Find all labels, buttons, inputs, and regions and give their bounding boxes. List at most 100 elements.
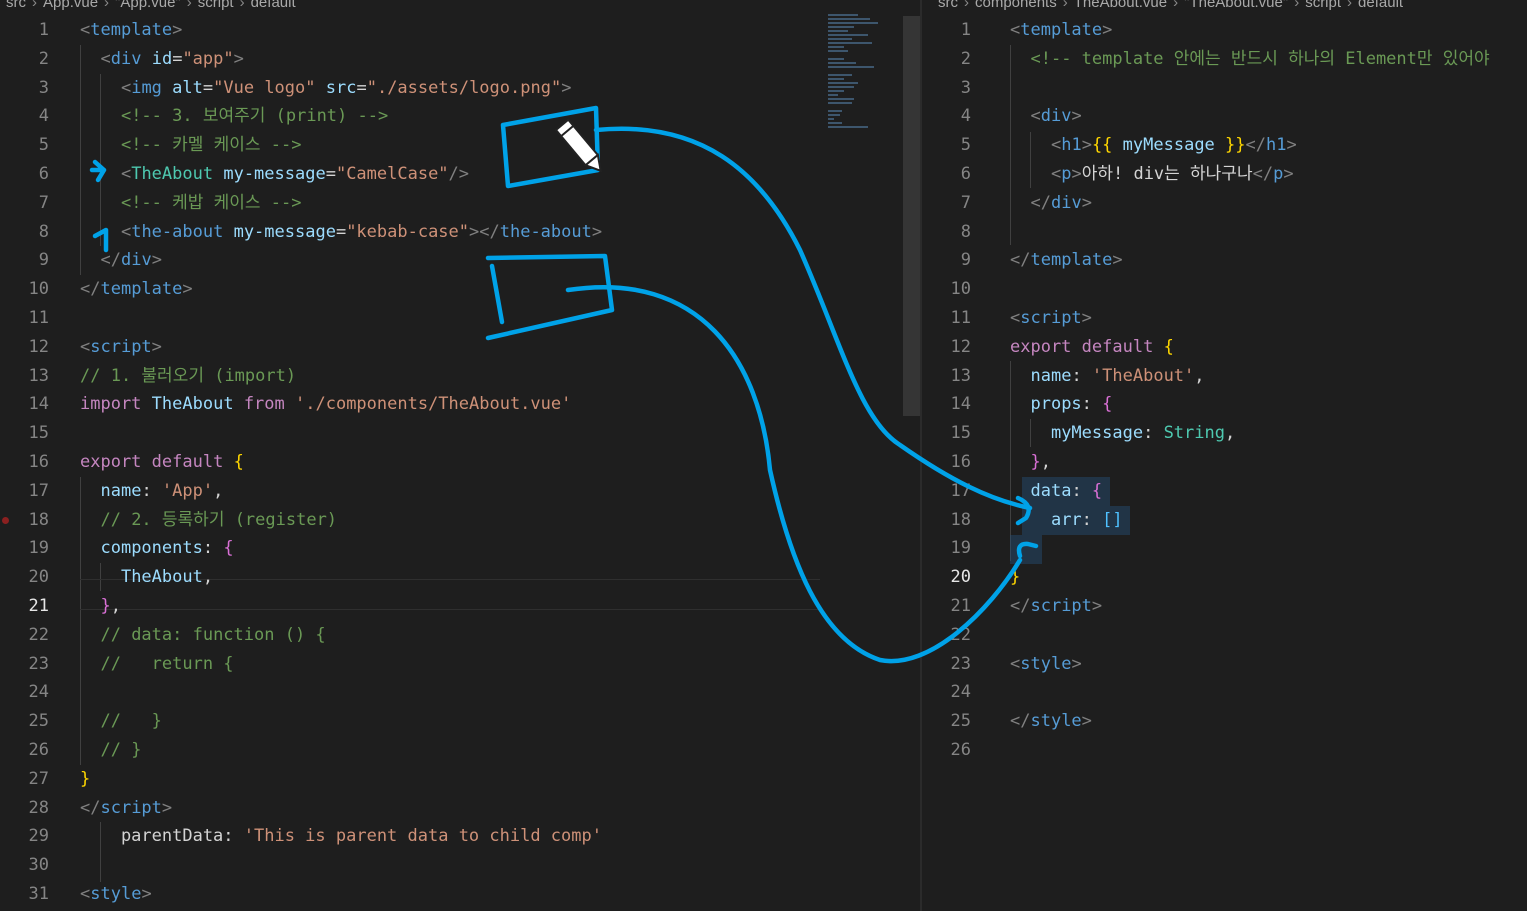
line-number: 4 <box>38 106 49 127</box>
code-line[interactable]: 6 <TheAbout my-message="CamelCase"/> <box>0 160 920 189</box>
breadcrumb-item[interactable]: TheAbout.vue <box>1074 0 1167 11</box>
code-line[interactable]: 3 <img alt="Vue logo" src="./assets/logo… <box>0 74 920 103</box>
left-editor-pane[interactable]: src › App.vue › "App.vue" › script › default 1 <t… <box>0 0 920 911</box>
code-line[interactable]: 26 // } <box>0 736 920 765</box>
code-line[interactable]: 11 <box>0 304 920 333</box>
breadcrumb-item[interactable]: "App.vue" <box>115 0 181 11</box>
code-line[interactable]: 1 <template> <box>0 16 920 45</box>
code-editor[interactable]: 1 <template> 2 <div id="app"> 3 <img alt="V… <box>0 16 920 909</box>
line-number: 9 <box>960 250 971 271</box>
code-line[interactable]: 11 <script> <box>922 304 1527 333</box>
code-token: </ <box>1252 163 1274 184</box>
line-number: 26 <box>950 739 971 760</box>
code-token: alt <box>172 77 203 98</box>
code-text: </style> <box>1010 707 1092 736</box>
code-line[interactable]: 5 <!-- 카멜 케이스 --> <box>0 131 920 160</box>
right-editor-pane[interactable]: src › components › TheAbout.vue › "TheAbout.vu… <box>922 0 1527 911</box>
code-token: > <box>1071 106 1082 127</box>
code-line[interactable]: 20} <box>922 563 1527 592</box>
code-line[interactable]: 13 // 1. 불러오기 (import) <box>0 362 920 391</box>
code-line[interactable]: 10 <box>922 275 1527 304</box>
code-line[interactable]: 21 }, <box>0 592 920 621</box>
minimap-line <box>828 86 854 88</box>
code-line[interactable]: 30 <box>0 851 920 880</box>
code-line[interactable]: 19 components: { <box>0 534 920 563</box>
code-line[interactable]: 16 }, <box>922 448 1527 477</box>
breadcrumb-item[interactable]: default <box>251 0 296 11</box>
breadcrumb-item[interactable]: components <box>975 0 1057 11</box>
line-number: 1 <box>38 20 49 40</box>
code-line[interactable]: 18 arr: [] <box>922 506 1527 535</box>
code-line[interactable]: 12 <script> <box>0 333 920 362</box>
code-token: TheAbout <box>120 567 203 588</box>
code-line[interactable]: 9 </div> <box>0 246 920 275</box>
code-text: myMessage: String, <box>1010 419 1235 448</box>
scrollbar-thumb[interactable] <box>903 16 920 416</box>
code-token: 아하! div는 하나구나 <box>1081 163 1253 184</box>
code-line[interactable]: 5 <h1>{{ myMessage }}</h1> <box>922 131 1527 160</box>
code-line[interactable]: 12 export default { <box>922 333 1527 362</box>
code-line[interactable]: 28 </script> <box>0 794 920 823</box>
code-token: style <box>90 883 142 904</box>
breadcrumb-item[interactable]: script <box>1305 0 1341 11</box>
breadcrumb-item[interactable]: src <box>938 0 958 11</box>
minimap-line <box>828 18 870 20</box>
code-line[interactable]: 31 <style> <box>0 880 920 909</box>
code-line[interactable]: 20 TheAbout, <box>0 563 920 592</box>
code-line[interactable]: 3 <box>922 74 1527 103</box>
code-line[interactable]: 17 data: { <box>922 477 1527 506</box>
code-line[interactable]: 29 parentData: 'This is parent data to c… <box>0 822 920 851</box>
code-line[interactable]: 4 <!-- 3. 보여주기 (print) --> <box>0 102 920 131</box>
code-line[interactable]: 14 import TheAbout from './components/The… <box>0 390 920 419</box>
code-line[interactable]: 9 </template> <box>922 246 1527 275</box>
line-number: 5 <box>38 135 49 156</box>
code-line[interactable]: 19 <box>922 534 1527 563</box>
minimap[interactable] <box>828 14 898 128</box>
code-line[interactable]: 16 export default { <box>0 448 920 477</box>
code-line[interactable]: 14 props: { <box>922 390 1527 419</box>
code-text: <script> <box>80 333 162 362</box>
code-line[interactable]: 23 // return { <box>0 650 920 679</box>
code-line[interactable]: 10 </template> <box>0 275 920 304</box>
code-line[interactable]: 21 </script> <box>922 592 1527 621</box>
code-line[interactable]: 18 // 2. 등록하기 (register) <box>0 506 920 535</box>
code-line[interactable]: 22 <box>922 621 1527 650</box>
code-line[interactable]: 22 // data: function () { <box>0 621 920 650</box>
code-editor[interactable]: 1 <template> 2 <!-- template 안에는 반드시 하나의 E… <box>922 16 1527 765</box>
code-token: components <box>100 538 203 559</box>
code-line[interactable]: 1 <template> <box>922 16 1527 45</box>
code-line[interactable]: 25 // } <box>0 707 920 736</box>
code-line[interactable]: 25 </style> <box>922 707 1527 736</box>
code-line[interactable]: 15 <box>0 419 920 448</box>
code-text: <div> <box>1010 102 1082 131</box>
breadcrumb-item[interactable]: default <box>1358 0 1403 11</box>
code-line[interactable]: 8 <box>922 218 1527 247</box>
code-line[interactable]: 24 <box>0 678 920 707</box>
code-line[interactable]: 2 <!-- template 안에는 반드시 하나의 Element만 있어야 <box>922 45 1527 74</box>
code-line[interactable]: 2 <div id="app"> <box>0 45 920 74</box>
code-text: import TheAbout from './components/TheAb… <box>80 390 571 419</box>
code-line[interactable]: 8 <the-about my-message="kebab-case"></t… <box>0 218 920 247</box>
code-line[interactable]: 13 name: 'TheAbout', <box>922 362 1527 391</box>
breadcrumb-item[interactable]: App.vue <box>43 0 98 11</box>
breadcrumb-item[interactable]: script <box>198 0 234 11</box>
code-line[interactable]: 26 <box>922 736 1527 765</box>
breadcrumb-item[interactable]: "TheAbout.vue" <box>1184 0 1288 11</box>
breadcrumb-item[interactable]: src <box>6 0 26 11</box>
code-line[interactable]: 7 </div> <box>922 189 1527 218</box>
minimap-line <box>828 66 874 68</box>
code-line[interactable]: 6 <p>아하! div는 하나구나</p> <box>922 160 1527 189</box>
code-text: </script> <box>1010 592 1102 621</box>
code-line[interactable]: 15 myMessage: String, <box>922 419 1527 448</box>
code-line[interactable]: 24 <box>922 678 1527 707</box>
code-line[interactable]: 4 <div> <box>922 102 1527 131</box>
code-line[interactable]: 7 <!-- 케밥 케이스 --> <box>0 189 920 218</box>
line-number: 31 <box>28 883 49 904</box>
code-line[interactable]: 27} <box>0 765 920 794</box>
code-token: } <box>1010 567 1021 588</box>
code-line[interactable]: 23 <style> <box>922 650 1527 679</box>
code-line[interactable]: 17 name: 'App', <box>0 477 920 506</box>
